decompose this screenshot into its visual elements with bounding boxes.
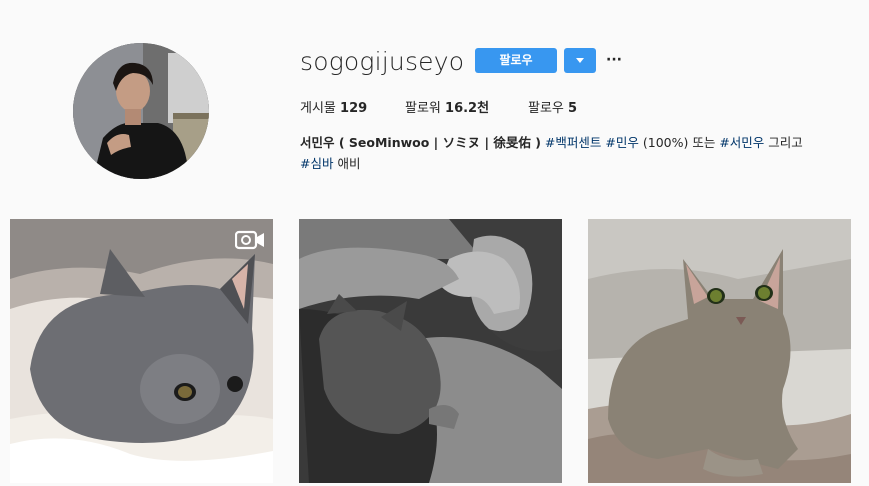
stat-following-value: 5	[568, 101, 578, 116]
post-image	[299, 219, 562, 483]
bio-text: (100%) 또는	[642, 135, 716, 150]
profile-bio: 서민우 ( SeoMinwoo | ソミヌ | 徐旻佑 ) #백퍼센트 #민우 …	[300, 132, 855, 174]
hashtag-link[interactable]: #백퍼센트	[545, 135, 601, 150]
more-icon: ···	[606, 52, 622, 68]
post-thumbnail[interactable]	[10, 219, 273, 483]
post-thumbnail[interactable]	[299, 219, 562, 483]
stat-posts-value: 129	[340, 101, 368, 116]
post-grid	[0, 219, 869, 486]
stat-followers-value: 16.2천	[445, 101, 490, 116]
username: sogogijuseyo	[300, 47, 465, 76]
stat-followers[interactable]: 팔로워 16.2천	[405, 97, 489, 116]
video-icon	[235, 230, 264, 250]
post-image	[588, 219, 851, 483]
hashtag-link[interactable]: #심바	[300, 156, 333, 171]
bio-text: 애비	[337, 156, 361, 171]
follow-button[interactable]: 팔로우	[475, 48, 557, 73]
hashtag-link[interactable]: #서민우	[719, 135, 764, 150]
bio-name: 서민우 ( SeoMinwoo | ソミヌ | 徐旻佑 )	[300, 135, 541, 150]
suggested-dropdown-button[interactable]	[564, 48, 596, 73]
post-thumbnail[interactable]	[588, 219, 851, 483]
hashtag-link[interactable]: #민우	[605, 135, 638, 150]
stat-followers-label: 팔로워	[405, 101, 441, 116]
stat-following[interactable]: 팔로우 5	[528, 97, 577, 116]
stat-posts: 게시물 129	[300, 97, 367, 116]
more-options-button[interactable]: ···	[604, 49, 624, 71]
stat-posts-label: 게시물	[300, 101, 336, 116]
profile-header: sogogijuseyo 팔로우 ··· 게시물 129 팔로워 16.2천 팔…	[0, 0, 869, 200]
avatar[interactable]	[73, 43, 209, 179]
post-image	[10, 219, 273, 483]
avatar-image	[73, 43, 209, 179]
chevron-down-icon	[576, 58, 584, 63]
stat-following-label: 팔로우	[528, 101, 564, 116]
bio-text: 그리고	[768, 135, 803, 150]
